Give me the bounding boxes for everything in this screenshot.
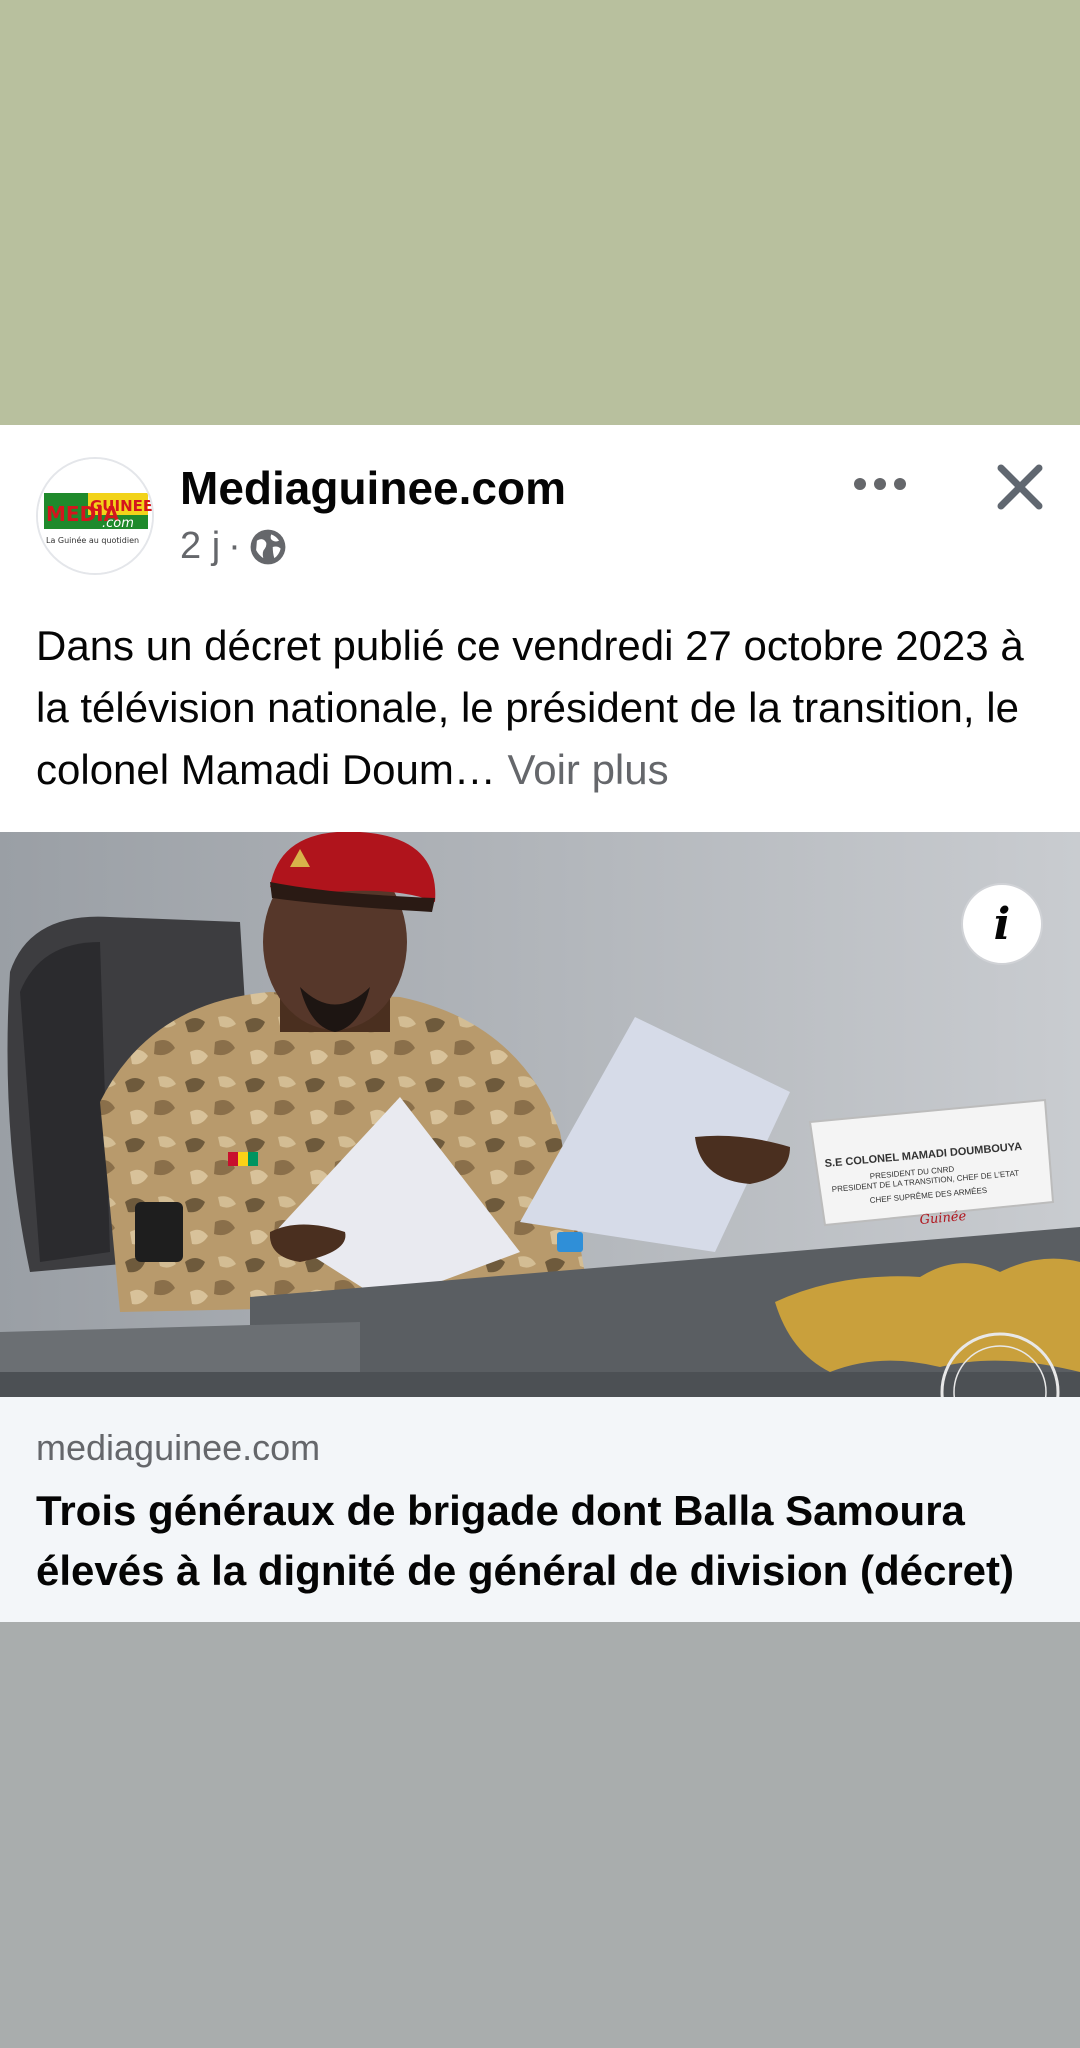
more-dot: [874, 478, 886, 490]
post-photo: S.E COLONEL MAMADI DOUMBOUYA PRESIDENT D…: [0, 832, 1080, 1397]
post-image[interactable]: S.E COLONEL MAMADI DOUMBOUYA PRESIDENT D…: [0, 832, 1080, 1397]
background-bottom: [0, 1622, 1080, 2048]
close-icon: [997, 464, 1043, 510]
post-text: Dans un décret publié ce vendredi 27 oct…: [36, 615, 1056, 801]
svg-text:La Guinée au quotidien: La Guinée au quotidien: [46, 535, 139, 545]
link-title[interactable]: Trois généraux de brigade dont Balla Sam…: [36, 1481, 1056, 1601]
svg-text:.com: .com: [102, 516, 134, 531]
info-icon: i: [993, 898, 1011, 950]
see-more-link[interactable]: Voir plus: [508, 746, 669, 793]
mediaguinee-logo: MEDIA GUINEE .com La Guinée au quotidien: [38, 459, 153, 573]
link-preview[interactable]: mediaguinee.com Trois généraux de brigad…: [0, 1397, 1080, 1622]
background-top: [0, 0, 1080, 425]
info-button[interactable]: i: [961, 883, 1043, 965]
svg-text:GUINEE: GUINEE: [90, 497, 153, 515]
post-header: MEDIA GUINEE .com La Guinée au quotidien…: [0, 425, 1080, 605]
more-dot: [894, 478, 906, 490]
more-options-button[interactable]: [840, 449, 920, 519]
more-horizontal-icon: [854, 478, 866, 490]
link-domain: mediaguinee.com: [36, 1427, 321, 1468]
post-time[interactable]: 2 j: [180, 525, 220, 568]
page-avatar[interactable]: MEDIA GUINEE .com La Guinée au quotidien: [36, 457, 154, 575]
meta-separator: ·: [228, 525, 241, 567]
close-button[interactable]: [980, 447, 1060, 527]
globe-icon: [249, 528, 287, 566]
post-card: MEDIA GUINEE .com La Guinée au quotidien…: [0, 425, 1080, 1622]
post-meta: 2 j ·: [180, 525, 287, 568]
page-name[interactable]: Mediaguinee.com: [180, 461, 566, 515]
